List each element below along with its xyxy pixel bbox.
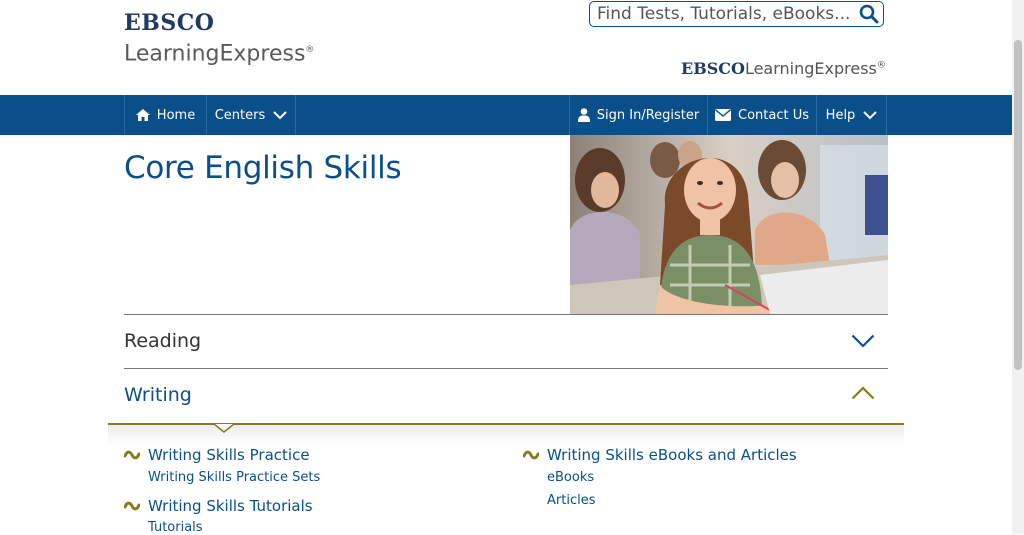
panel-pointer <box>214 423 234 433</box>
secondary-logo-brand: EBSCO <box>681 59 745 78</box>
chevron-down-icon <box>273 110 287 119</box>
site-logo[interactable]: EBSCO LearningExpress® <box>124 10 314 68</box>
writing-skills-practice-link[interactable]: Writing Skills Practice <box>148 446 310 464</box>
wave-bullet-icon <box>124 501 140 511</box>
accordion-reading-title: Reading <box>124 330 202 352</box>
wave-bullet-icon <box>523 450 539 460</box>
envelope-icon <box>715 109 731 121</box>
nav-contact-label: Contact Us <box>738 107 809 123</box>
logo-product-text: LearningExpress <box>124 41 306 67</box>
search-input[interactable] <box>597 3 857 25</box>
home-icon <box>135 109 150 121</box>
nav-help-label: Help <box>825 107 856 123</box>
ebooks-link[interactable]: eBooks <box>547 470 594 485</box>
logo-brand: EBSCO <box>124 10 215 36</box>
search-box <box>589 1 884 27</box>
user-icon <box>577 108 590 122</box>
page-title: Core English Skills <box>124 150 402 186</box>
nav-sign-in[interactable]: Sign In/Register <box>569 95 707 135</box>
nav-help[interactable]: Help <box>816 95 887 135</box>
logo-reg-mark: ® <box>305 45 315 55</box>
page-scrollbar[interactable] <box>1012 0 1024 534</box>
nav-home-label: Home <box>156 107 196 123</box>
articles-link[interactable]: Articles <box>547 493 595 508</box>
writing-skills-tutorials-link[interactable]: Writing Skills Tutorials <box>148 497 313 515</box>
wave-bullet-icon <box>124 450 140 460</box>
secondary-logo: EBSCOLearningExpress® <box>681 59 886 78</box>
scrollbar-thumb[interactable] <box>1014 40 1022 370</box>
hero-image <box>570 135 888 314</box>
search-icon <box>859 4 879 24</box>
divider <box>124 368 888 369</box>
nav-home[interactable]: Home <box>124 95 206 135</box>
nav-centers[interactable]: Centers <box>206 95 296 135</box>
writing-skills-ebooks-articles-link[interactable]: Writing Skills eBooks and Articles <box>547 446 797 464</box>
main-nav: Home Centers Sign In/Register Contact Us… <box>0 95 1012 135</box>
divider <box>124 314 888 315</box>
nav-sign-in-label: Sign In/Register <box>596 107 700 123</box>
nav-contact[interactable]: Contact Us <box>707 95 816 135</box>
chevron-up-icon[interactable] <box>851 386 875 400</box>
accordion-writing-title: Writing <box>124 384 192 406</box>
writing-skills-practice-sets-link[interactable]: Writing Skills Practice Sets <box>148 470 320 485</box>
search-button[interactable] <box>859 4 879 24</box>
chevron-down-icon <box>863 110 878 119</box>
tutorials-link[interactable]: Tutorials <box>148 520 203 535</box>
secondary-logo-reg-mark: ® <box>876 60 886 71</box>
nav-centers-label: Centers <box>214 107 266 123</box>
logo-product: LearningExpress® <box>124 36 314 68</box>
chevron-down-icon[interactable] <box>851 334 875 348</box>
secondary-logo-product: LearningExpress <box>744 59 877 78</box>
